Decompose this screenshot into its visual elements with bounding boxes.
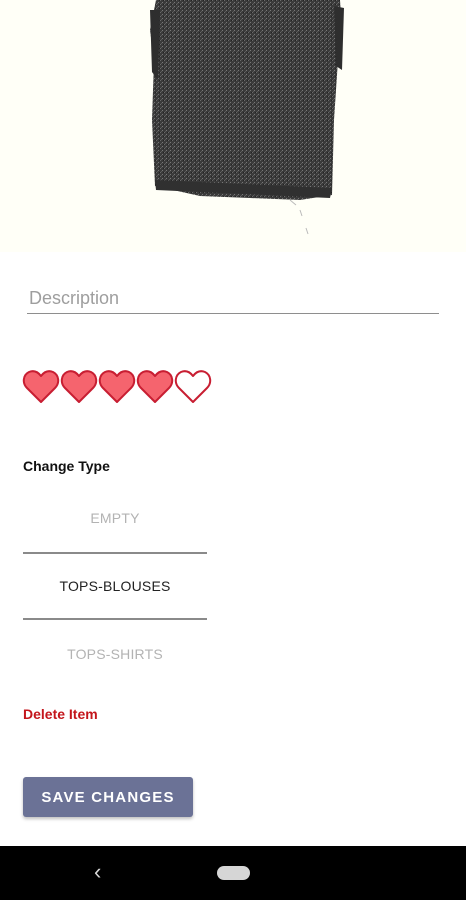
- type-option-tops-blouses[interactable]: TOPS-BLOUSES: [23, 552, 207, 620]
- heart-filled-icon[interactable]: [22, 368, 60, 406]
- description-input[interactable]: [27, 284, 439, 314]
- save-changes-button[interactable]: SAVE CHANGES: [23, 777, 193, 817]
- rating-hearts[interactable]: [22, 368, 212, 408]
- item-photo: [0, 0, 466, 252]
- back-chevron-icon[interactable]: ‹: [94, 860, 101, 884]
- system-nav-bar: ‹: [0, 846, 466, 900]
- heart-filled-icon[interactable]: [98, 368, 136, 406]
- heart-filled-icon[interactable]: [136, 368, 174, 406]
- type-picker[interactable]: EMPTY TOPS-BLOUSES TOPS-SHIRTS: [23, 484, 207, 688]
- type-option-empty[interactable]: EMPTY: [23, 484, 207, 552]
- type-option-tops-shirts[interactable]: TOPS-SHIRTS: [23, 620, 207, 688]
- change-type-label: Change Type: [23, 458, 110, 474]
- garment-image: [150, 0, 344, 235]
- heart-empty-icon[interactable]: [174, 368, 212, 406]
- delete-item-link[interactable]: Delete Item: [23, 706, 98, 722]
- home-pill-icon[interactable]: [217, 866, 250, 880]
- heart-filled-icon[interactable]: [60, 368, 98, 406]
